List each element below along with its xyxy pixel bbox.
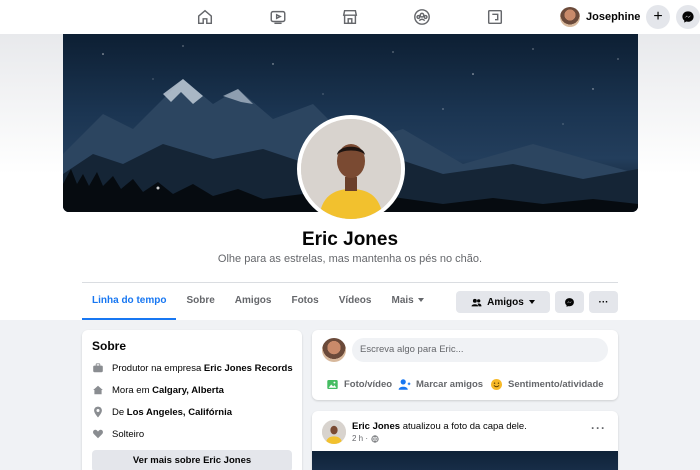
globe-icon xyxy=(371,434,379,443)
more-options-button[interactable]: ··· xyxy=(589,291,618,313)
home-icon[interactable] xyxy=(194,6,216,28)
messenger-icon xyxy=(682,11,694,23)
user-avatar xyxy=(560,7,580,27)
tab-timeline[interactable]: Linha do tempo xyxy=(82,285,177,320)
profile-shortcut[interactable]: Josephine xyxy=(560,6,640,28)
photo-video-label: Foto/vídeo xyxy=(344,379,393,390)
header-divider xyxy=(82,282,618,283)
friends-icon xyxy=(471,298,482,306)
groups-icon[interactable] xyxy=(411,6,433,28)
about-card: Sobre Produtor na empresa Eric Jones Rec… xyxy=(82,330,302,470)
photo-icon xyxy=(327,379,338,390)
about-lives-city[interactable]: Calgary, Alberta xyxy=(152,385,224,396)
about-from-city[interactable]: Los Angeles, Califórnia xyxy=(127,407,232,418)
post-timestamp[interactable]: 2 h · xyxy=(352,434,368,443)
chevron-down-icon xyxy=(417,298,424,303)
about-lives: Mora em Calgary, Alberta xyxy=(92,384,224,396)
location-pin-icon xyxy=(94,406,102,418)
about-work-text: Produtor na empresa Eric Jones Records xyxy=(112,362,293,374)
heart-icon xyxy=(93,429,103,439)
tab-videos[interactable]: Vídeos xyxy=(329,285,382,319)
post-action-text: atualizou a foto da capa dele. xyxy=(400,421,527,432)
messenger-icon xyxy=(565,297,574,307)
tag-friends-button[interactable]: Marcar amigos xyxy=(398,378,483,391)
see-more-about-button[interactable]: Ver mais sobre Eric Jones xyxy=(92,450,292,470)
top-navigation-bar: Josephine + xyxy=(0,0,700,34)
post-image[interactable] xyxy=(312,451,618,470)
chevron-down-icon xyxy=(528,300,535,304)
more-dots-icon: ··· xyxy=(598,296,609,308)
profile-picture[interactable] xyxy=(297,115,405,223)
timeline-post: Eric Jones atualizou a foto da capa dele… xyxy=(312,411,618,470)
tab-about[interactable]: Sobre xyxy=(176,285,224,319)
plus-icon: + xyxy=(653,8,663,25)
post-title: Eric Jones atualizou a foto da capa dele… xyxy=(352,421,527,432)
feeling-activity-button[interactable]: Sentimento/atividade xyxy=(490,378,604,391)
about-relationship: Solteiro xyxy=(92,428,144,440)
post-author-name[interactable]: Eric Jones xyxy=(352,421,400,432)
user-avatar xyxy=(322,338,346,362)
post-author-avatar[interactable] xyxy=(322,420,346,444)
tab-friends[interactable]: Amigos xyxy=(225,285,282,319)
about-from: De Los Angeles, Califórnia xyxy=(92,406,232,418)
about-work: Produtor na empresa Eric Jones Records xyxy=(92,362,293,374)
about-work-company[interactable]: Eric Jones Records xyxy=(204,363,293,374)
about-lives-text: Mora em Calgary, Alberta xyxy=(112,384,224,396)
home-icon xyxy=(93,385,103,395)
post-meta: 2 h · xyxy=(352,434,379,443)
about-relationship-text: Solteiro xyxy=(112,428,145,440)
tab-photos[interactable]: Fotos xyxy=(281,285,328,319)
composer-input[interactable]: Escreva algo para Eric... xyxy=(352,338,608,362)
friends-button[interactable]: Amigos xyxy=(456,291,550,313)
watch-icon[interactable] xyxy=(267,6,289,28)
create-button[interactable]: + xyxy=(646,5,670,29)
profile-name: Eric Jones xyxy=(301,229,399,250)
about-from-text: De Los Angeles, Califórnia xyxy=(112,406,233,418)
post-options-button[interactable]: ··· xyxy=(591,421,606,435)
tag-friends-icon xyxy=(398,379,411,390)
briefcase-icon xyxy=(93,363,103,373)
user-name: Josephine xyxy=(586,11,641,23)
post-composer: Escreva algo para Eric... Foto/vídeo Mar… xyxy=(312,330,618,400)
photo-video-button[interactable]: Foto/vídeo xyxy=(326,378,392,391)
about-title: Sobre xyxy=(92,339,127,353)
friends-button-label: Amigos xyxy=(487,296,524,308)
feeling-activity-label: Sentimento/atividade xyxy=(508,379,604,390)
tag-friends-label: Marcar amigos xyxy=(416,379,484,390)
messenger-profile-button[interactable] xyxy=(555,291,584,313)
tab-more-label: Mais xyxy=(391,295,414,306)
marketplace-icon[interactable] xyxy=(339,6,361,28)
profile-tabs: Linha do tempo Sobre Amigos Fotos Vídeos… xyxy=(82,285,434,320)
profile-bio: Olhe para as estrelas, mas mantenha os p… xyxy=(217,253,483,265)
gaming-icon[interactable] xyxy=(484,6,506,28)
smiley-icon xyxy=(490,378,503,391)
messenger-button[interactable] xyxy=(676,5,700,29)
tab-more[interactable]: Mais xyxy=(381,285,433,319)
